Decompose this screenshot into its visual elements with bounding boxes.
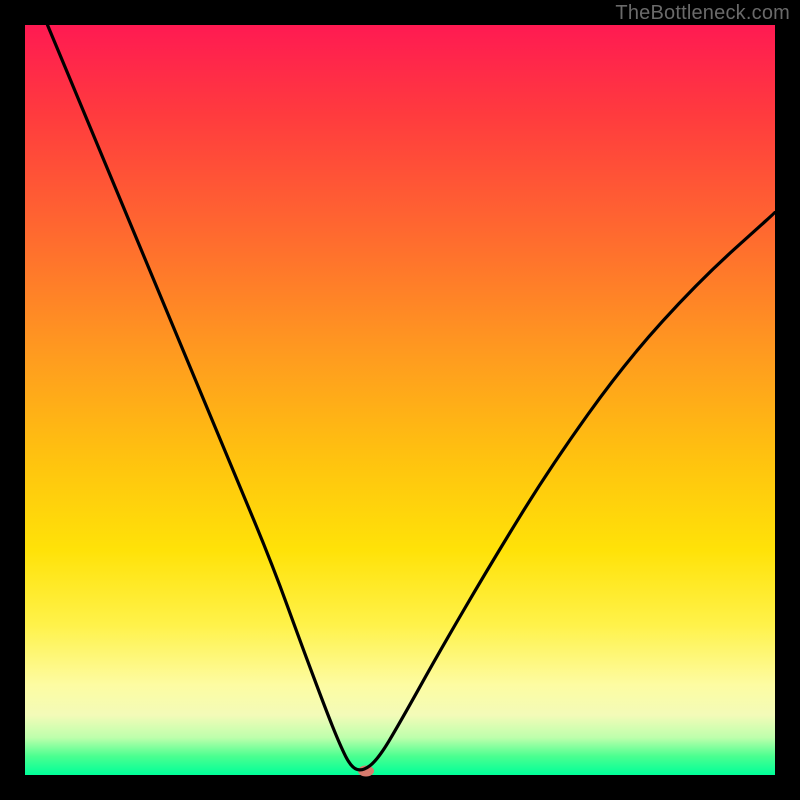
curve-svg [25, 25, 775, 775]
chart-frame: TheBottleneck.com [0, 0, 800, 800]
bottleneck-curve [48, 25, 776, 770]
watermark-text: TheBottleneck.com [615, 2, 790, 25]
plot-area [25, 25, 775, 775]
